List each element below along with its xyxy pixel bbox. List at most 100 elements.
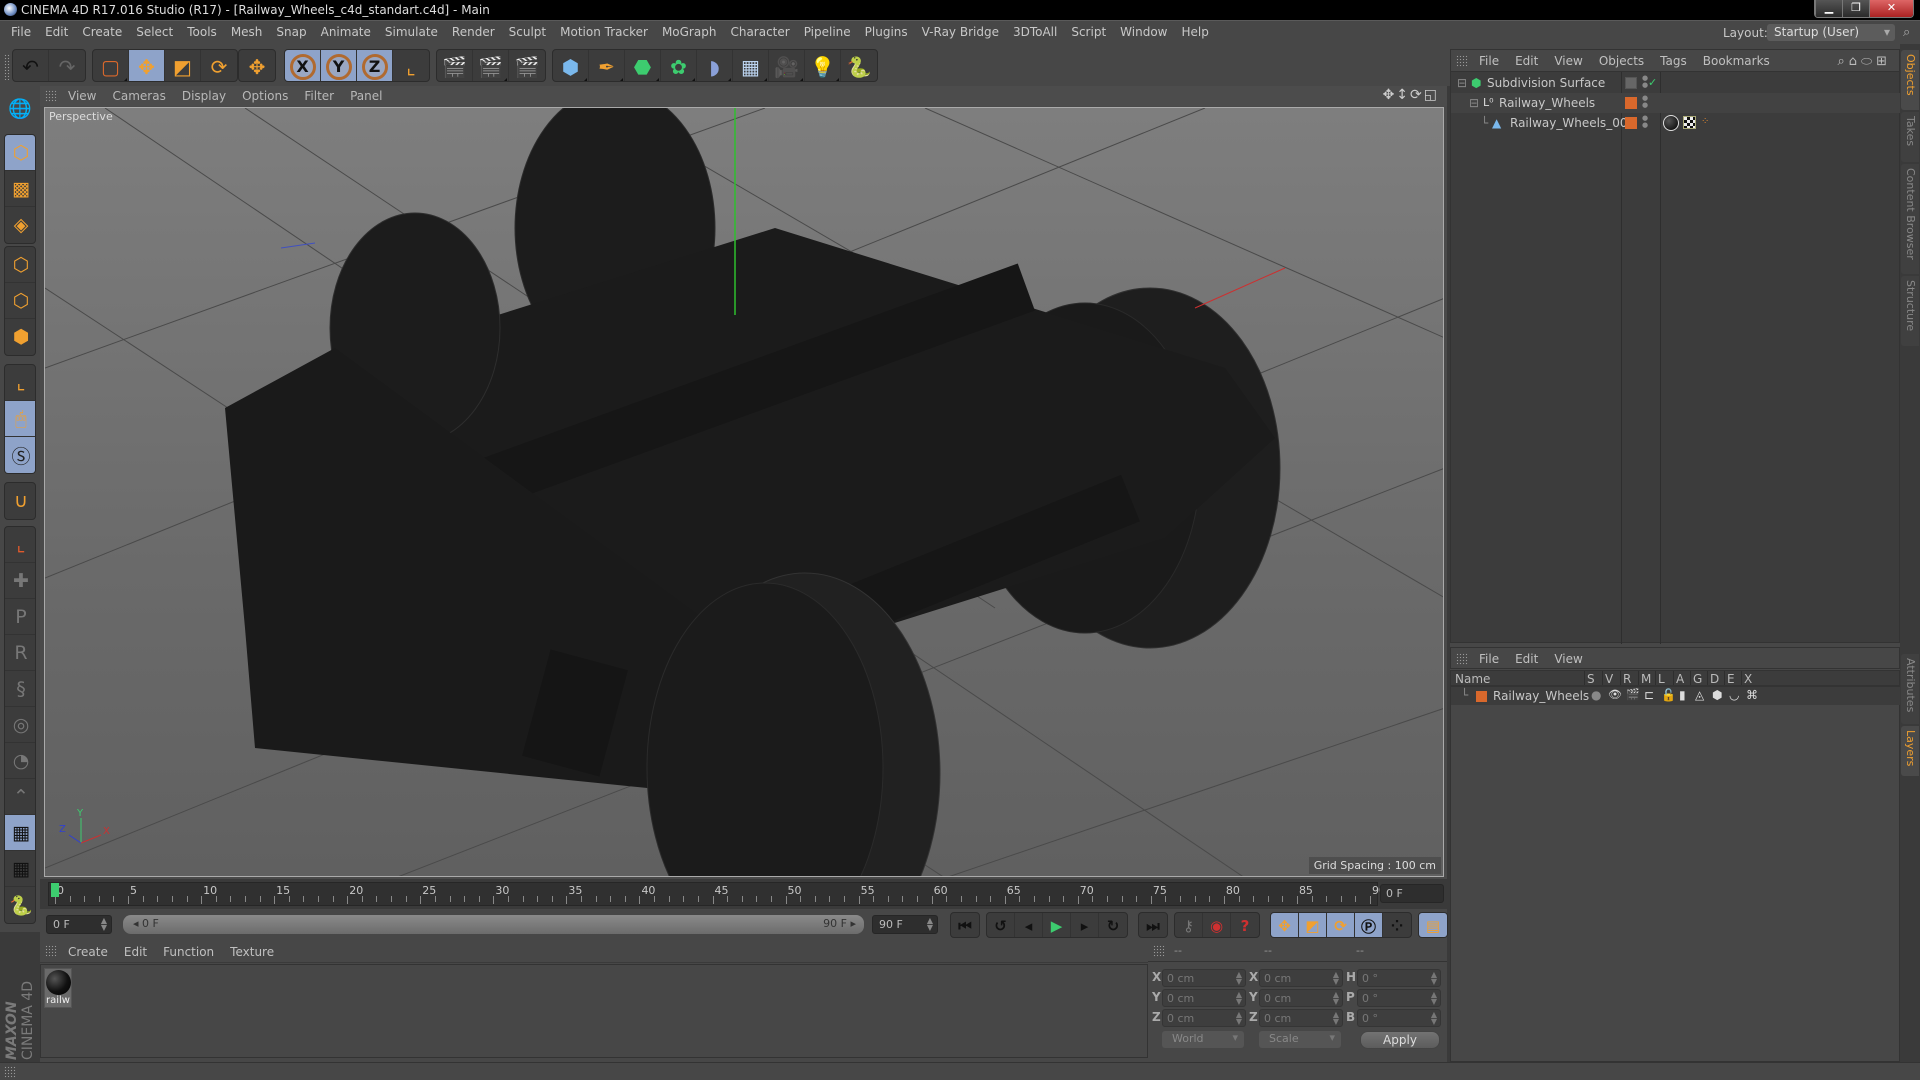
coordinate-system-icon[interactable]: ⌞: [393, 50, 429, 81]
z-axis-handle[interactable]: [280, 242, 316, 249]
goto-start-icon[interactable]: ⏮: [951, 913, 979, 937]
tab-attributes[interactable]: Attributes: [1901, 654, 1919, 724]
goto-next-key-icon[interactable]: ↻: [1099, 913, 1127, 937]
toolbar-grip[interactable]: [4, 54, 10, 80]
layer-column-l[interactable]: L: [1658, 672, 1665, 686]
points-mode-icon[interactable]: ⬡: [5, 247, 35, 283]
layout-dropdown[interactable]: Startup (User): [1767, 24, 1895, 41]
menu-v-ray-bridge[interactable]: V-Ray Bridge: [915, 25, 1006, 39]
search-icon[interactable]: ⌕: [1837, 54, 1848, 69]
status-grip[interactable]: [4, 1066, 16, 1078]
subdivision-icon[interactable]: ⬣: [625, 50, 661, 81]
key-position-icon[interactable]: P: [5, 599, 35, 635]
cloner-icon[interactable]: ✿: [661, 50, 697, 81]
playhead[interactable]: [51, 883, 59, 897]
object-manager-grip[interactable]: [1456, 55, 1468, 67]
position-x-field[interactable]: 0 cm ▲ ▼: [1162, 969, 1246, 987]
menu-plugins[interactable]: Plugins: [858, 25, 915, 39]
workplane-axis-icon[interactable]: ⌞: [5, 527, 35, 563]
menu-pipeline[interactable]: Pipeline: [797, 25, 858, 39]
spinner-icon[interactable]: ▲ ▼: [927, 917, 933, 932]
z-axis-lock-icon[interactable]: Z: [357, 50, 393, 81]
texture-mode-icon[interactable]: ▩: [5, 171, 35, 207]
make-editable-icon[interactable]: 🌐: [4, 90, 36, 126]
link-icon[interactable]: ⬭: [1861, 54, 1876, 69]
tab-content-browser[interactable]: Content Browser: [1901, 164, 1919, 274]
size-x-field[interactable]: 0 cm ▲ ▼: [1259, 969, 1343, 987]
layer-column-s[interactable]: S: [1587, 672, 1595, 686]
material-grip[interactable]: [45, 945, 57, 957]
workplane-mode-icon[interactable]: ◈: [5, 207, 35, 243]
axis-mode-icon[interactable]: ⌞: [5, 365, 35, 401]
tab-objects[interactable]: Objects: [1901, 50, 1919, 110]
menu-3dtoall[interactable]: 3DToAll: [1006, 25, 1064, 39]
visibility-dots[interactable]: ● ●: [1642, 115, 1648, 129]
home-icon[interactable]: ⌂: [1849, 54, 1861, 69]
menu-animate[interactable]: Animate: [314, 25, 378, 39]
texture-tag-icon[interactable]: [1683, 116, 1696, 129]
add-keyframe-icon[interactable]: ✚: [5, 563, 35, 599]
size-z-field[interactable]: 0 cm ▲ ▼: [1259, 1009, 1343, 1027]
collapse-icon[interactable]: ⊟: [1469, 96, 1479, 110]
timeline-ruler[interactable]: 0 5 10 15 20 25 30 35 40 45 50 55 60 65 70 75 80 85 90: [48, 882, 1386, 906]
tab-takes[interactable]: Takes: [1901, 112, 1919, 162]
deformers-toggle-icon[interactable]: ⬢: [1712, 688, 1722, 702]
3d-viewport[interactable]: Y X Z Perspective Grid Spacing : 100 cm: [44, 107, 1444, 877]
material-tag-icon[interactable]: [1663, 115, 1679, 131]
layer-column-name[interactable]: Name: [1455, 672, 1490, 686]
layer-column-e[interactable]: E: [1727, 672, 1735, 686]
render-settings-icon[interactable]: 🎬: [509, 50, 545, 81]
menu-create[interactable]: Create: [75, 25, 129, 39]
menu-edit[interactable]: Edit: [38, 25, 75, 39]
autokey-icon[interactable]: ◉: [1203, 913, 1231, 937]
render-view-icon[interactable]: 🎬: [437, 50, 473, 81]
next-frame-icon[interactable]: ▸: [1071, 913, 1099, 937]
rotation-p-field[interactable]: 0 ° ▲ ▼: [1357, 989, 1441, 1007]
python-icon[interactable]: 🐍: [5, 887, 35, 923]
object-row-subdivision-surface[interactable]: ⊟ ⬢ Subdivision Surface ● ● ✓: [1451, 73, 1901, 93]
viewport-menu-filter[interactable]: Filter: [296, 89, 342, 103]
menu-character[interactable]: Character: [723, 25, 796, 39]
menu-simulate[interactable]: Simulate: [378, 25, 445, 39]
key-rotation-icon[interactable]: R: [5, 635, 35, 671]
layer-column-a[interactable]: A: [1676, 672, 1684, 686]
keyframe-selection-icon[interactable]: ?: [1231, 913, 1259, 937]
y-axis-lock-icon[interactable]: Y: [321, 50, 357, 81]
layer-column-m[interactable]: M: [1641, 672, 1651, 686]
zoom-icon[interactable]: ↕: [1396, 87, 1410, 103]
generators-toggle-icon[interactable]: ◬: [1695, 688, 1704, 702]
lock-workplane-icon[interactable]: ▦: [5, 815, 35, 851]
menu-snap[interactable]: Snap: [269, 25, 313, 39]
visible-editor-icon[interactable]: 👁: [1608, 688, 1622, 701]
maximize-view-icon[interactable]: ◱: [1424, 87, 1439, 103]
key-pos-scale-rot-icon[interactable]: §: [5, 671, 35, 707]
viewport-menu-cameras[interactable]: Cameras: [104, 89, 173, 103]
scale-icon[interactable]: ◩: [165, 50, 201, 81]
object-row-railway-wheels-001[interactable]: └ ▲ Railway_Wheels_001 ● ● ⁘: [1451, 113, 1901, 133]
menu-tools[interactable]: Tools: [180, 25, 224, 39]
rotate-icon[interactable]: ⟳: [201, 50, 237, 81]
coordinate-system-dropdown[interactable]: World: [1162, 1031, 1244, 1048]
enabled-check-icon[interactable]: ✓: [1648, 76, 1657, 89]
floor-icon[interactable]: ▦: [733, 50, 769, 81]
key-pla-icon[interactable]: ⌃: [5, 779, 35, 815]
render-toggle-icon[interactable]: 🎬: [1626, 688, 1640, 701]
phong-tag-icon[interactable]: ⁘: [1701, 116, 1709, 127]
key-point-level-filter-icon[interactable]: ⁘: [1383, 913, 1411, 937]
restore-button[interactable]: ❐: [1842, 0, 1869, 17]
polygons-mode-icon[interactable]: ⬢: [5, 319, 35, 355]
record-keys-icon[interactable]: ⚷: [1175, 913, 1203, 937]
light-icon[interactable]: 💡: [805, 50, 841, 81]
search-icon[interactable]: ⌕: [1903, 25, 1910, 40]
pan-icon[interactable]: ✥: [1383, 87, 1397, 103]
object-row-railway-wheels[interactable]: ⊟ L⁰ Railway_Wheels ● ●: [1451, 93, 1901, 113]
python-icon[interactable]: 🐍: [841, 50, 877, 81]
size-y-field[interactable]: 0 cm ▲ ▼: [1259, 989, 1343, 1007]
size-mode-dropdown[interactable]: Scale: [1259, 1031, 1341, 1048]
viewport-menu-display[interactable]: Display: [174, 89, 234, 103]
expressions-toggle-icon[interactable]: ◡: [1729, 688, 1739, 702]
xref-toggle-icon[interactable]: ⌘: [1746, 688, 1758, 702]
viewport-menu-options[interactable]: Options: [234, 89, 296, 103]
key-scale-filter-icon[interactable]: ◩: [1299, 913, 1327, 937]
object-menu-edit[interactable]: Edit: [1507, 54, 1546, 68]
